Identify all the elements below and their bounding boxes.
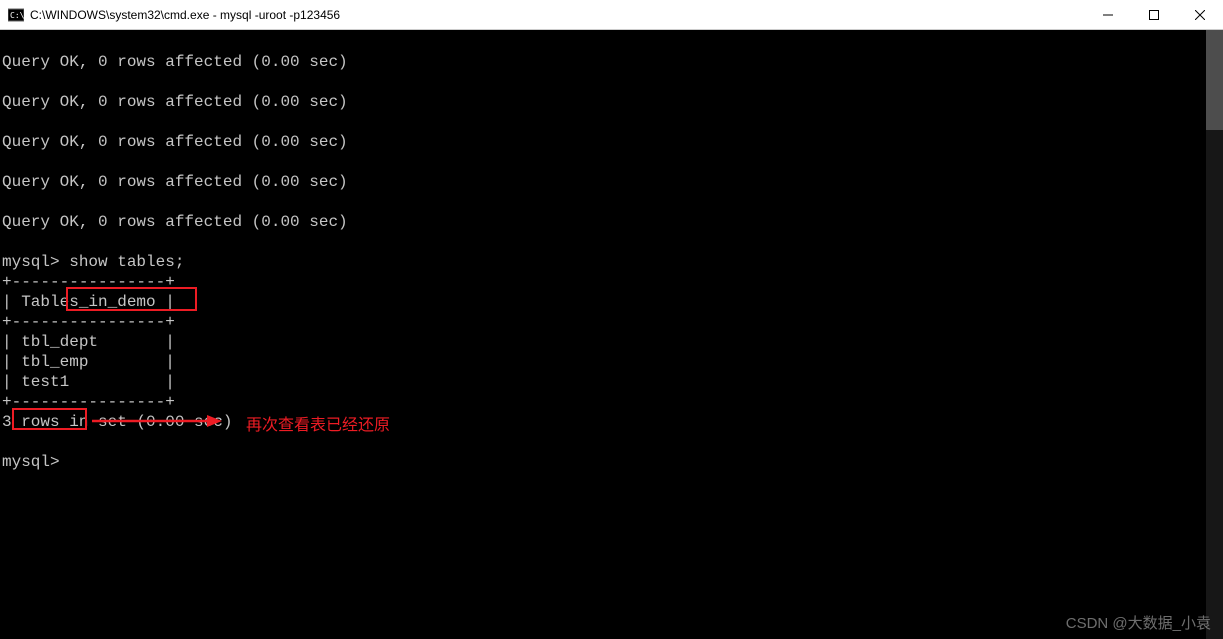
table-separator: +----------------+	[2, 392, 1223, 412]
terminal-line: Query OK, 0 rows affected (0.00 sec)	[2, 132, 1223, 152]
terminal-line	[2, 72, 1223, 92]
terminal[interactable]: Query OK, 0 rows affected (0.00 sec) Que…	[0, 30, 1223, 639]
terminal-line	[2, 232, 1223, 252]
result-summary: 3 rows in set (0.00 sec)	[2, 412, 1223, 432]
table-row: | tbl_dept |	[2, 332, 1223, 352]
terminal-line	[2, 32, 1223, 52]
svg-text:C:\: C:\	[10, 11, 24, 20]
window-title: C:\WINDOWS\system32\cmd.exe - mysql -uro…	[30, 8, 1085, 22]
terminal-line: Query OK, 0 rows affected (0.00 sec)	[2, 52, 1223, 72]
table-row: | test1 |	[2, 372, 1223, 392]
terminal-line	[2, 152, 1223, 172]
terminal-line: mysql> show tables;	[2, 252, 1223, 272]
titlebar[interactable]: C:\ C:\WINDOWS\system32\cmd.exe - mysql …	[0, 0, 1223, 30]
terminal-line	[2, 112, 1223, 132]
window-controls	[1085, 0, 1223, 29]
terminal-content: Query OK, 0 rows affected (0.00 sec) Que…	[2, 32, 1223, 472]
minimize-button[interactable]	[1085, 0, 1131, 29]
maximize-button[interactable]	[1131, 0, 1177, 29]
terminal-line	[2, 432, 1223, 452]
cmd-icon: C:\	[8, 7, 24, 23]
table-row: | tbl_emp |	[2, 352, 1223, 372]
scrollbar[interactable]	[1206, 30, 1223, 639]
terminal-line: Query OK, 0 rows affected (0.00 sec)	[2, 92, 1223, 112]
terminal-line: Query OK, 0 rows affected (0.00 sec)	[2, 212, 1223, 232]
mysql-prompt: mysql>	[2, 452, 1223, 472]
sql-command: show tables;	[69, 253, 184, 271]
mysql-prompt: mysql>	[2, 253, 69, 271]
scrollbar-track[interactable]	[1206, 30, 1223, 639]
table-separator: +----------------+	[2, 272, 1223, 292]
cmd-window: C:\ C:\WINDOWS\system32\cmd.exe - mysql …	[0, 0, 1223, 639]
terminal-line: Query OK, 0 rows affected (0.00 sec)	[2, 172, 1223, 192]
table-separator: +----------------+	[2, 312, 1223, 332]
scrollbar-thumb[interactable]	[1206, 30, 1223, 130]
close-button[interactable]	[1177, 0, 1223, 29]
table-header: | Tables_in_demo |	[2, 292, 1223, 312]
terminal-line	[2, 192, 1223, 212]
